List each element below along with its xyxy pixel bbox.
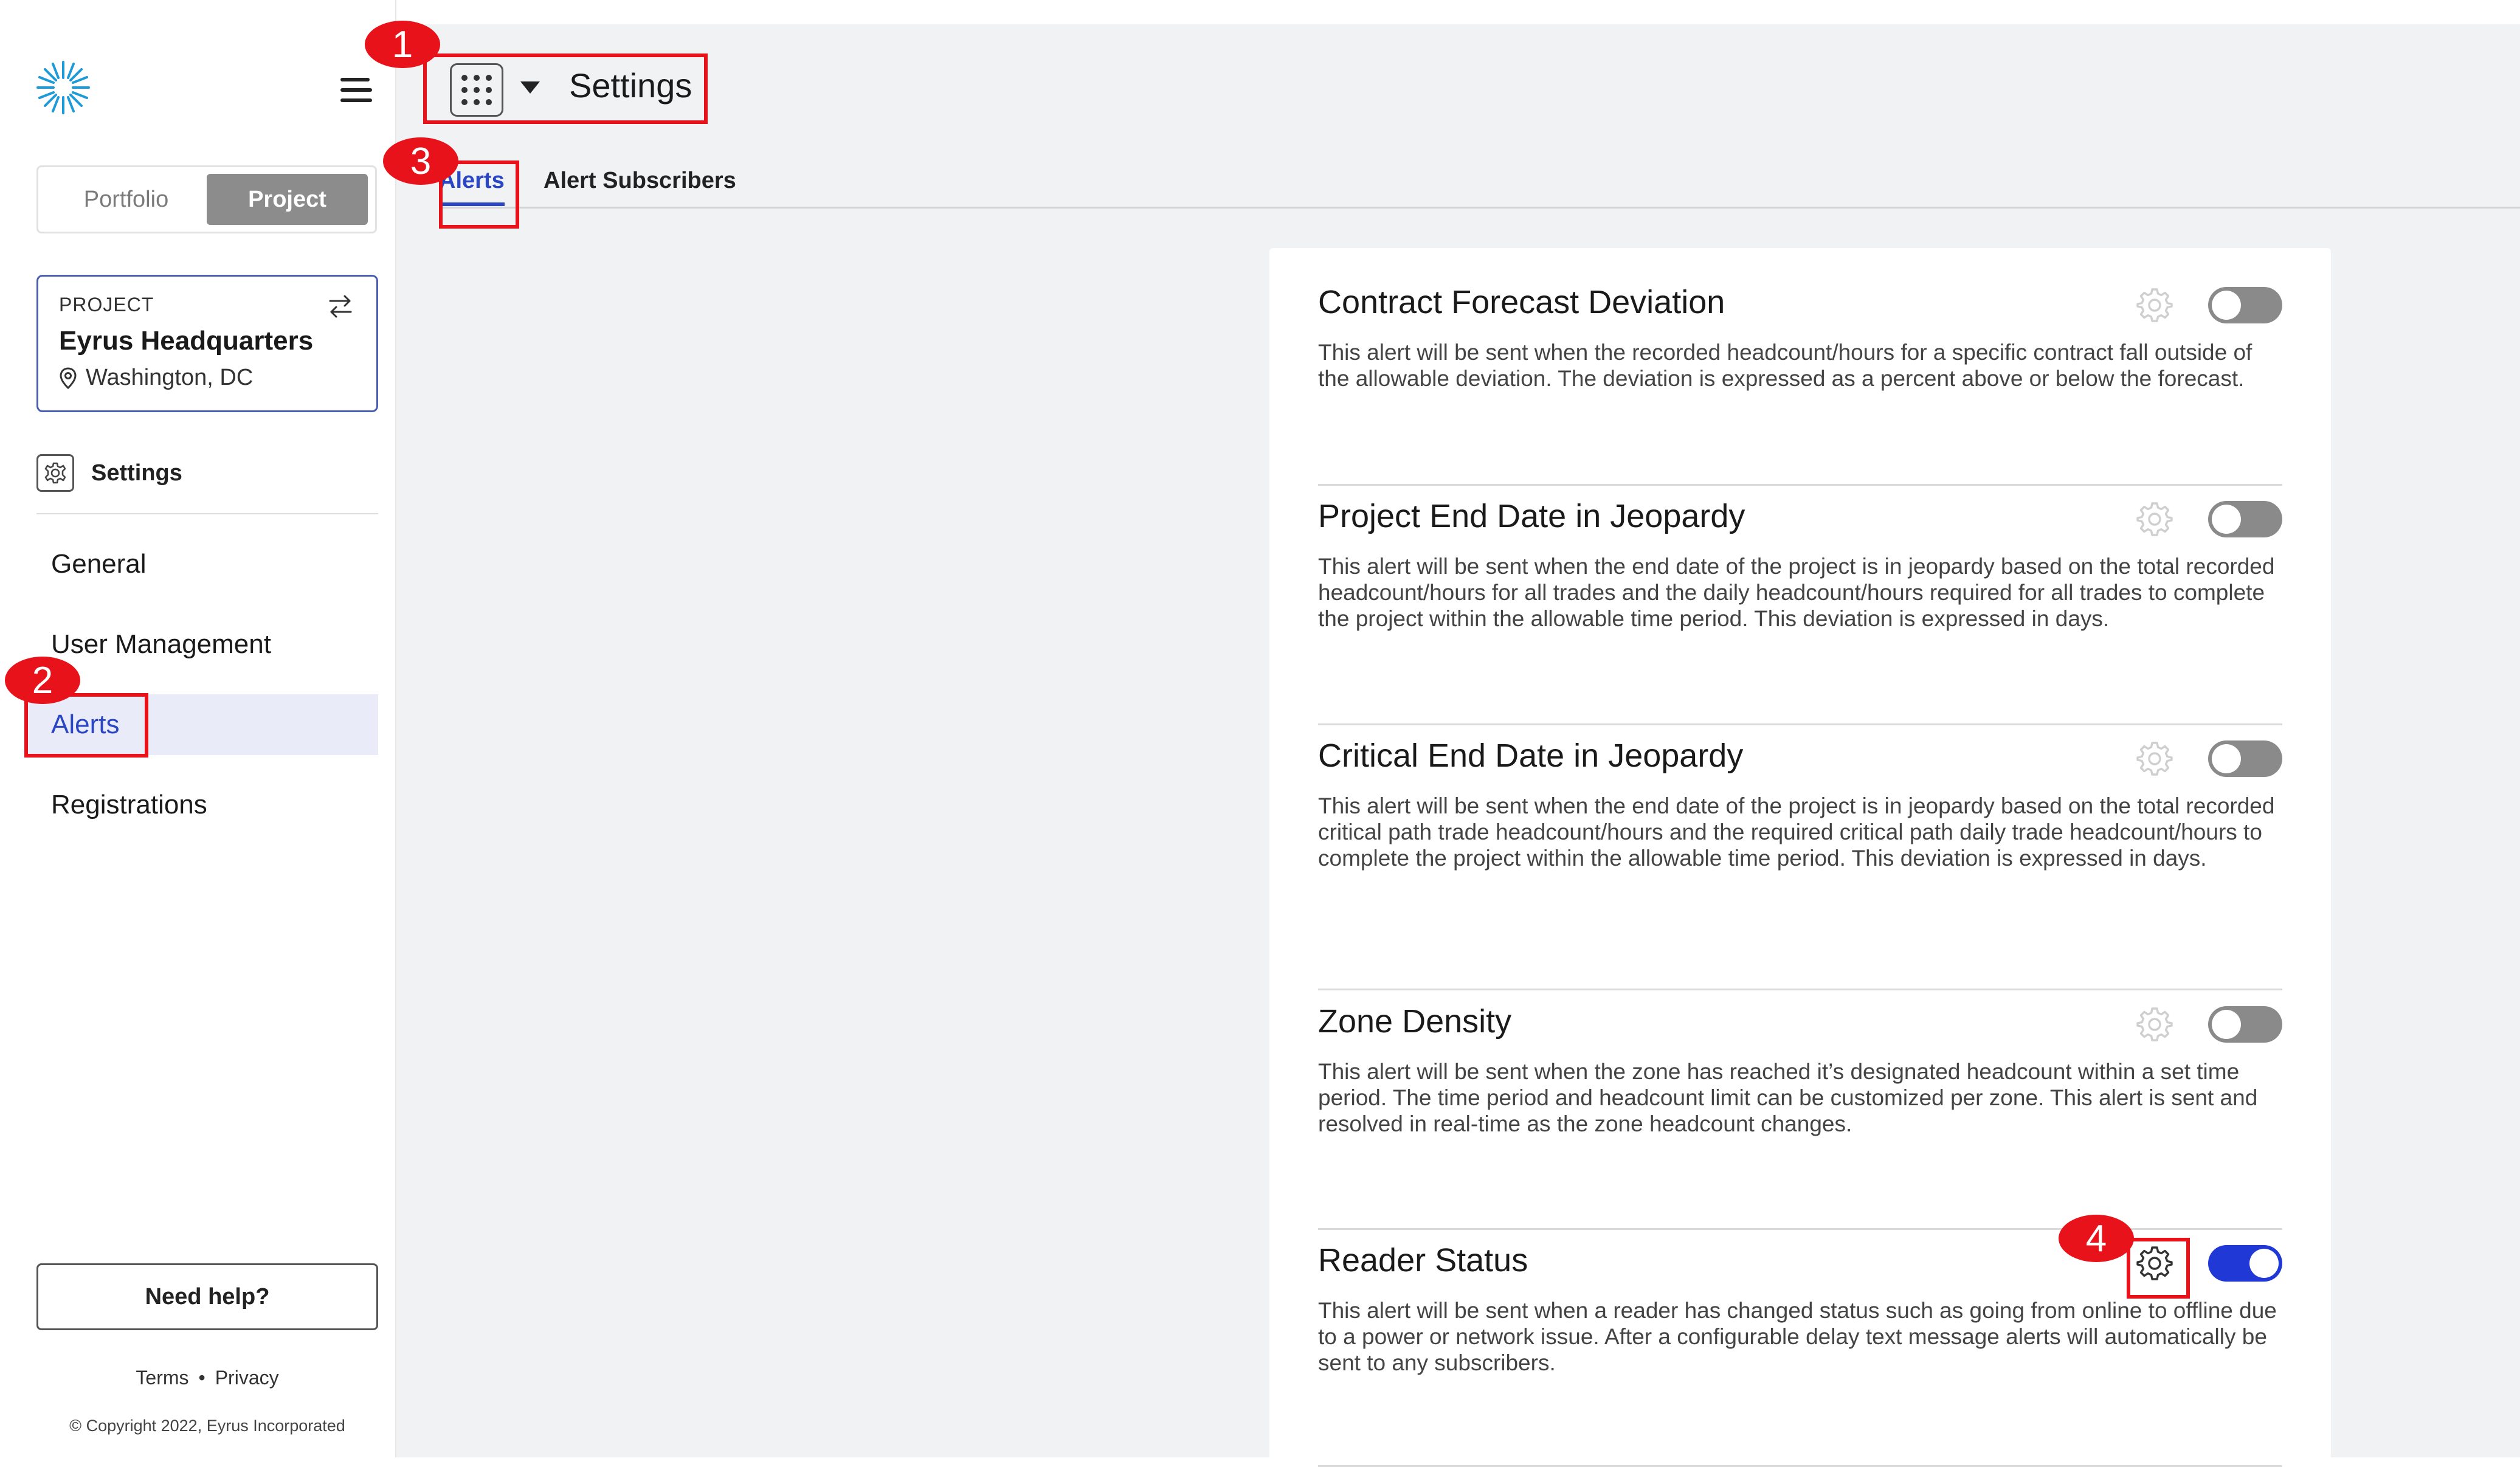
legal-links: Terms • Privacy xyxy=(36,1367,378,1389)
alert-description: This alert will be sent when the end dat… xyxy=(1318,793,2275,871)
alert-enable-toggle[interactable] xyxy=(2208,1245,2282,1282)
swap-icon[interactable] xyxy=(326,292,354,320)
project-location-text: Washington, DC xyxy=(86,365,254,390)
alert-description: This alert will be sent when the end dat… xyxy=(1318,554,2275,631)
scope-portfolio-button[interactable]: Portfolio xyxy=(46,174,207,225)
alert-item: Contract Forecast Deviation This alert w… xyxy=(1318,283,2282,392)
location-pin-icon xyxy=(60,367,77,389)
settings-section-header: Settings xyxy=(36,451,377,495)
annotation-box-1 xyxy=(423,54,708,124)
project-card[interactable]: PROJECT Eyrus Headquarters Washington, D… xyxy=(36,275,378,412)
tab-bar: Alerts Alert Subscribers xyxy=(439,168,2520,209)
hamburger-menu-icon[interactable] xyxy=(340,78,375,107)
alert-divider xyxy=(1318,1228,2282,1230)
alert-settings-gear-icon[interactable] xyxy=(2135,285,2174,323)
alert-settings-gear-icon[interactable] xyxy=(2135,499,2174,537)
settings-section-label: Settings xyxy=(91,460,182,486)
alert-item: Zone Density This alert will be sent whe… xyxy=(1318,1003,2282,1137)
alert-settings-gear-icon[interactable] xyxy=(2135,1004,2174,1043)
alert-description: This alert will be sent when the zone ha… xyxy=(1318,1059,2258,1136)
annotation-badge-1: 1 xyxy=(365,21,440,68)
alert-enable-toggle[interactable] xyxy=(2208,501,2282,537)
annotation-badge-4: 4 xyxy=(2059,1215,2134,1262)
alert-item: Critical End Date in Jeopardy This alert… xyxy=(1318,737,2282,871)
annotation-box-4 xyxy=(2127,1238,2190,1299)
main-content: Settings Alerts Alert Subscribers Contra… xyxy=(396,24,2520,1467)
alert-enable-toggle[interactable] xyxy=(2208,740,2282,777)
project-name: Eyrus Headquarters xyxy=(59,326,314,356)
sidebar-item-user-management[interactable]: User Management xyxy=(24,614,378,675)
scope-project-button[interactable]: Project xyxy=(207,174,368,225)
alert-divider xyxy=(1318,723,2282,725)
project-label: PROJECT xyxy=(59,294,154,316)
alert-item: Project End Date in Jeopardy This alert … xyxy=(1318,497,2282,632)
eyrus-logo[interactable] xyxy=(35,60,91,116)
sidebar-divider xyxy=(36,513,378,514)
terms-link[interactable]: Terms xyxy=(136,1367,188,1389)
sidebar-item-general[interactable]: General xyxy=(24,534,378,595)
alert-enable-toggle[interactable] xyxy=(2208,1006,2282,1043)
need-help-button[interactable]: Need help? xyxy=(36,1263,378,1330)
alert-divider xyxy=(1318,484,2282,486)
settings-gear-icon xyxy=(36,454,74,492)
privacy-link[interactable]: Privacy xyxy=(215,1367,279,1389)
scope-toggle: Portfolio Project xyxy=(36,165,377,233)
alert-divider xyxy=(1318,989,2282,990)
sidebar-item-registrations[interactable]: Registrations xyxy=(24,775,378,835)
annotation-badge-2: 2 xyxy=(5,657,80,704)
alert-description: This alert will be sent when a reader ha… xyxy=(1318,1298,2277,1375)
copyright-text: © Copyright 2022, Eyrus Incorporated xyxy=(69,1417,345,1435)
annotation-badge-3: 3 xyxy=(383,137,458,185)
project-location: Washington, DC xyxy=(59,365,356,391)
alert-settings-gear-icon[interactable] xyxy=(2135,738,2174,777)
alert-description: This alert will be sent when the recorde… xyxy=(1318,340,2252,391)
separator-dot: • xyxy=(198,1367,205,1389)
alert-enable-toggle[interactable] xyxy=(2208,287,2282,323)
tab-alert-subscribers[interactable]: Alert Subscribers xyxy=(544,168,736,202)
